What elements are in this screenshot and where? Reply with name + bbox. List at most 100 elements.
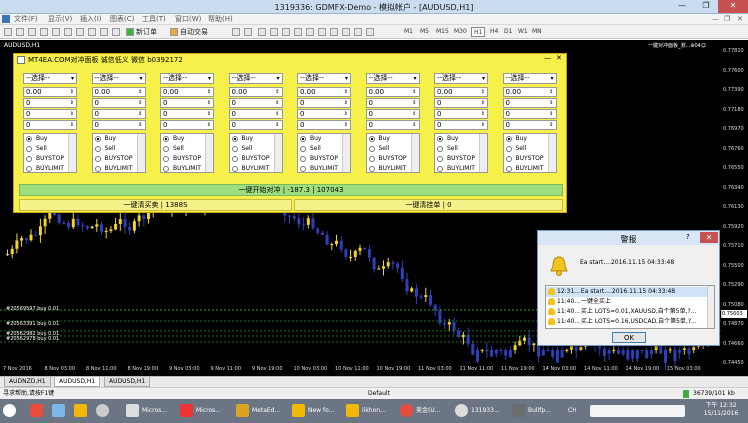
param-field[interactable]: 0 ⇕: [365, 120, 420, 130]
profiles-icon[interactable]: [16, 28, 24, 36]
order-type-option[interactable]: BUYLIMIT: [368, 164, 406, 174]
alert-row[interactable]: 11:40... 买上 LOTS=0.01,XAUUSD,自个第5单,?...: [546, 307, 707, 317]
param-field[interactable]: 0 ⇕: [160, 120, 214, 130]
child-restore-button[interactable]: ❐: [724, 14, 730, 25]
market-watch-icon[interactable]: [28, 28, 36, 36]
order-type-option[interactable]: Buy: [163, 134, 184, 144]
param-field[interactable]: 0 ⇕: [228, 109, 283, 119]
alert-list[interactable]: 12:31... Ea start....2016.11.15 04:33:48…: [545, 285, 715, 329]
lots-field[interactable]: 0.00 ⇕: [91, 87, 146, 97]
order-type-option[interactable]: BUYSTOP: [26, 154, 64, 164]
lots-field[interactable]: 0.00 ⇕: [297, 87, 351, 97]
shapes-icon[interactable]: [342, 28, 350, 36]
param-field[interactable]: 0 ⇕: [23, 120, 77, 130]
menu-help[interactable]: 帮助(H): [208, 14, 233, 25]
order-type-option[interactable]: BUYSTOP: [300, 154, 338, 164]
order-type-option[interactable]: Buy: [300, 134, 321, 144]
auto-trading-icon[interactable]: [170, 28, 178, 36]
taskbar-app[interactable]: [52, 401, 70, 421]
param-field[interactable]: 0 ⇕: [160, 98, 214, 108]
new-chart-icon[interactable]: [4, 28, 12, 36]
help-icon[interactable]: ?: [686, 233, 690, 241]
param-field[interactable]: 0 ⇕: [365, 109, 420, 119]
tf-d1[interactable]: D1: [502, 27, 514, 37]
alert-row[interactable]: 11:40... 一键全买上: [546, 297, 707, 307]
param-field[interactable]: 0 ⇕: [365, 98, 420, 108]
order-type-option[interactable]: Buy: [368, 134, 390, 144]
tf-mn[interactable]: MN: [530, 27, 544, 37]
tab-audnzd-h1[interactable]: AUDNZD,H1: [4, 377, 51, 387]
metaeditor-icon[interactable]: [88, 28, 96, 36]
child-minimize-button[interactable]: —: [712, 14, 719, 25]
order-type-option[interactable]: Sell: [94, 144, 115, 154]
lots-field[interactable]: 0.00 ⇕: [228, 87, 283, 97]
order-type-option[interactable]: Buy: [94, 134, 116, 144]
alert-close-button[interactable]: ✕: [700, 232, 718, 243]
clear-pending-button[interactable]: 一键清挂单 | 0: [294, 199, 563, 211]
param-field[interactable]: 0 ⇕: [91, 109, 146, 119]
hline-icon[interactable]: [270, 28, 278, 36]
order-type-option[interactable]: BUYLIMIT: [94, 164, 132, 174]
ime-toolbar[interactable]: [590, 405, 685, 417]
taskbar-app[interactable]: Bullfp...: [512, 401, 564, 421]
symbol-select[interactable]: --选择-- ▾: [91, 73, 146, 84]
menu-tools[interactable]: 工具(T): [142, 14, 166, 25]
param-field[interactable]: 0 ⇕: [91, 120, 146, 130]
taskbar-app[interactable]: [96, 401, 114, 421]
label-icon[interactable]: [330, 28, 338, 36]
order-type-option[interactable]: Sell: [163, 144, 184, 154]
start-button[interactable]: [3, 401, 21, 421]
trendline-icon[interactable]: [282, 28, 290, 36]
list-scrollbar[interactable]: [342, 134, 350, 172]
symbol-select[interactable]: --选择-- ▾: [502, 73, 557, 84]
taskbar-app[interactable]: likhon...: [346, 401, 396, 421]
param-field[interactable]: 0 ⇕: [297, 120, 351, 130]
crosshair-icon[interactable]: [244, 28, 252, 36]
history-icon[interactable]: [100, 28, 108, 36]
menu-view[interactable]: 显示(V): [48, 14, 72, 25]
new-order-icon[interactable]: [126, 28, 134, 36]
tester-icon[interactable]: [76, 28, 84, 36]
param-field[interactable]: 0 ⇕: [23, 98, 77, 108]
taskbar-app[interactable]: 美金(U...: [400, 401, 452, 421]
child-close-button[interactable]: ✕: [737, 14, 743, 25]
cursor-icon[interactable]: [232, 28, 240, 36]
symbol-select[interactable]: --选择-- ▾: [365, 73, 420, 84]
data-window-icon[interactable]: [40, 28, 48, 36]
param-field[interactable]: 0 ⇕: [434, 120, 488, 130]
param-field[interactable]: 0 ⇕: [160, 109, 214, 119]
tf-h4[interactable]: H4: [488, 27, 500, 37]
menu-window[interactable]: 窗口(W): [175, 14, 201, 25]
param-field[interactable]: 0 ⇕: [91, 98, 146, 108]
alert-row[interactable]: 12:31... Ea start....2016.11.15 04:33:48: [546, 287, 707, 297]
close-orders-button[interactable]: 一键清买卖 | 1388S: [19, 199, 292, 211]
lots-field[interactable]: 0.00 ⇕: [365, 87, 420, 97]
list-scrollbar[interactable]: [410, 134, 419, 172]
order-type-option[interactable]: Sell: [437, 144, 458, 154]
param-field[interactable]: 0 ⇕: [228, 98, 283, 108]
order-type-option[interactable]: Buy: [505, 134, 527, 144]
order-type-option[interactable]: Sell: [505, 144, 526, 154]
order-type-option[interactable]: BUYSTOP: [505, 154, 544, 164]
ok-button[interactable]: OK: [612, 332, 646, 343]
symbol-select[interactable]: --选择-- ▾: [23, 73, 77, 84]
fibo-icon[interactable]: [306, 28, 314, 36]
alert-scrollbar[interactable]: [707, 286, 714, 328]
terminal-icon[interactable]: [64, 28, 72, 36]
new-order-button[interactable]: 新订单: [136, 27, 157, 37]
maximize-button[interactable]: ❐: [694, 0, 718, 13]
taskbar-app[interactable]: Micros...: [180, 401, 232, 421]
tf-h1[interactable]: H1: [471, 27, 486, 37]
order-type-option[interactable]: BUYLIMIT: [26, 164, 64, 174]
order-type-option[interactable]: BUYLIMIT: [231, 164, 269, 174]
taskbar-app[interactable]: 131933...: [455, 401, 507, 421]
text-icon[interactable]: [318, 28, 326, 36]
symbol-select[interactable]: --选择-- ▾: [228, 73, 283, 84]
list-scrollbar[interactable]: [547, 134, 556, 172]
list-scrollbar[interactable]: [136, 134, 145, 172]
tf-m1[interactable]: M1: [402, 27, 415, 37]
order-type-option[interactable]: BUYSTOP: [94, 154, 133, 164]
close-button[interactable]: ✕: [718, 0, 748, 13]
param-field[interactable]: 0 ⇕: [434, 98, 488, 108]
tf-w1[interactable]: W1: [516, 27, 530, 37]
